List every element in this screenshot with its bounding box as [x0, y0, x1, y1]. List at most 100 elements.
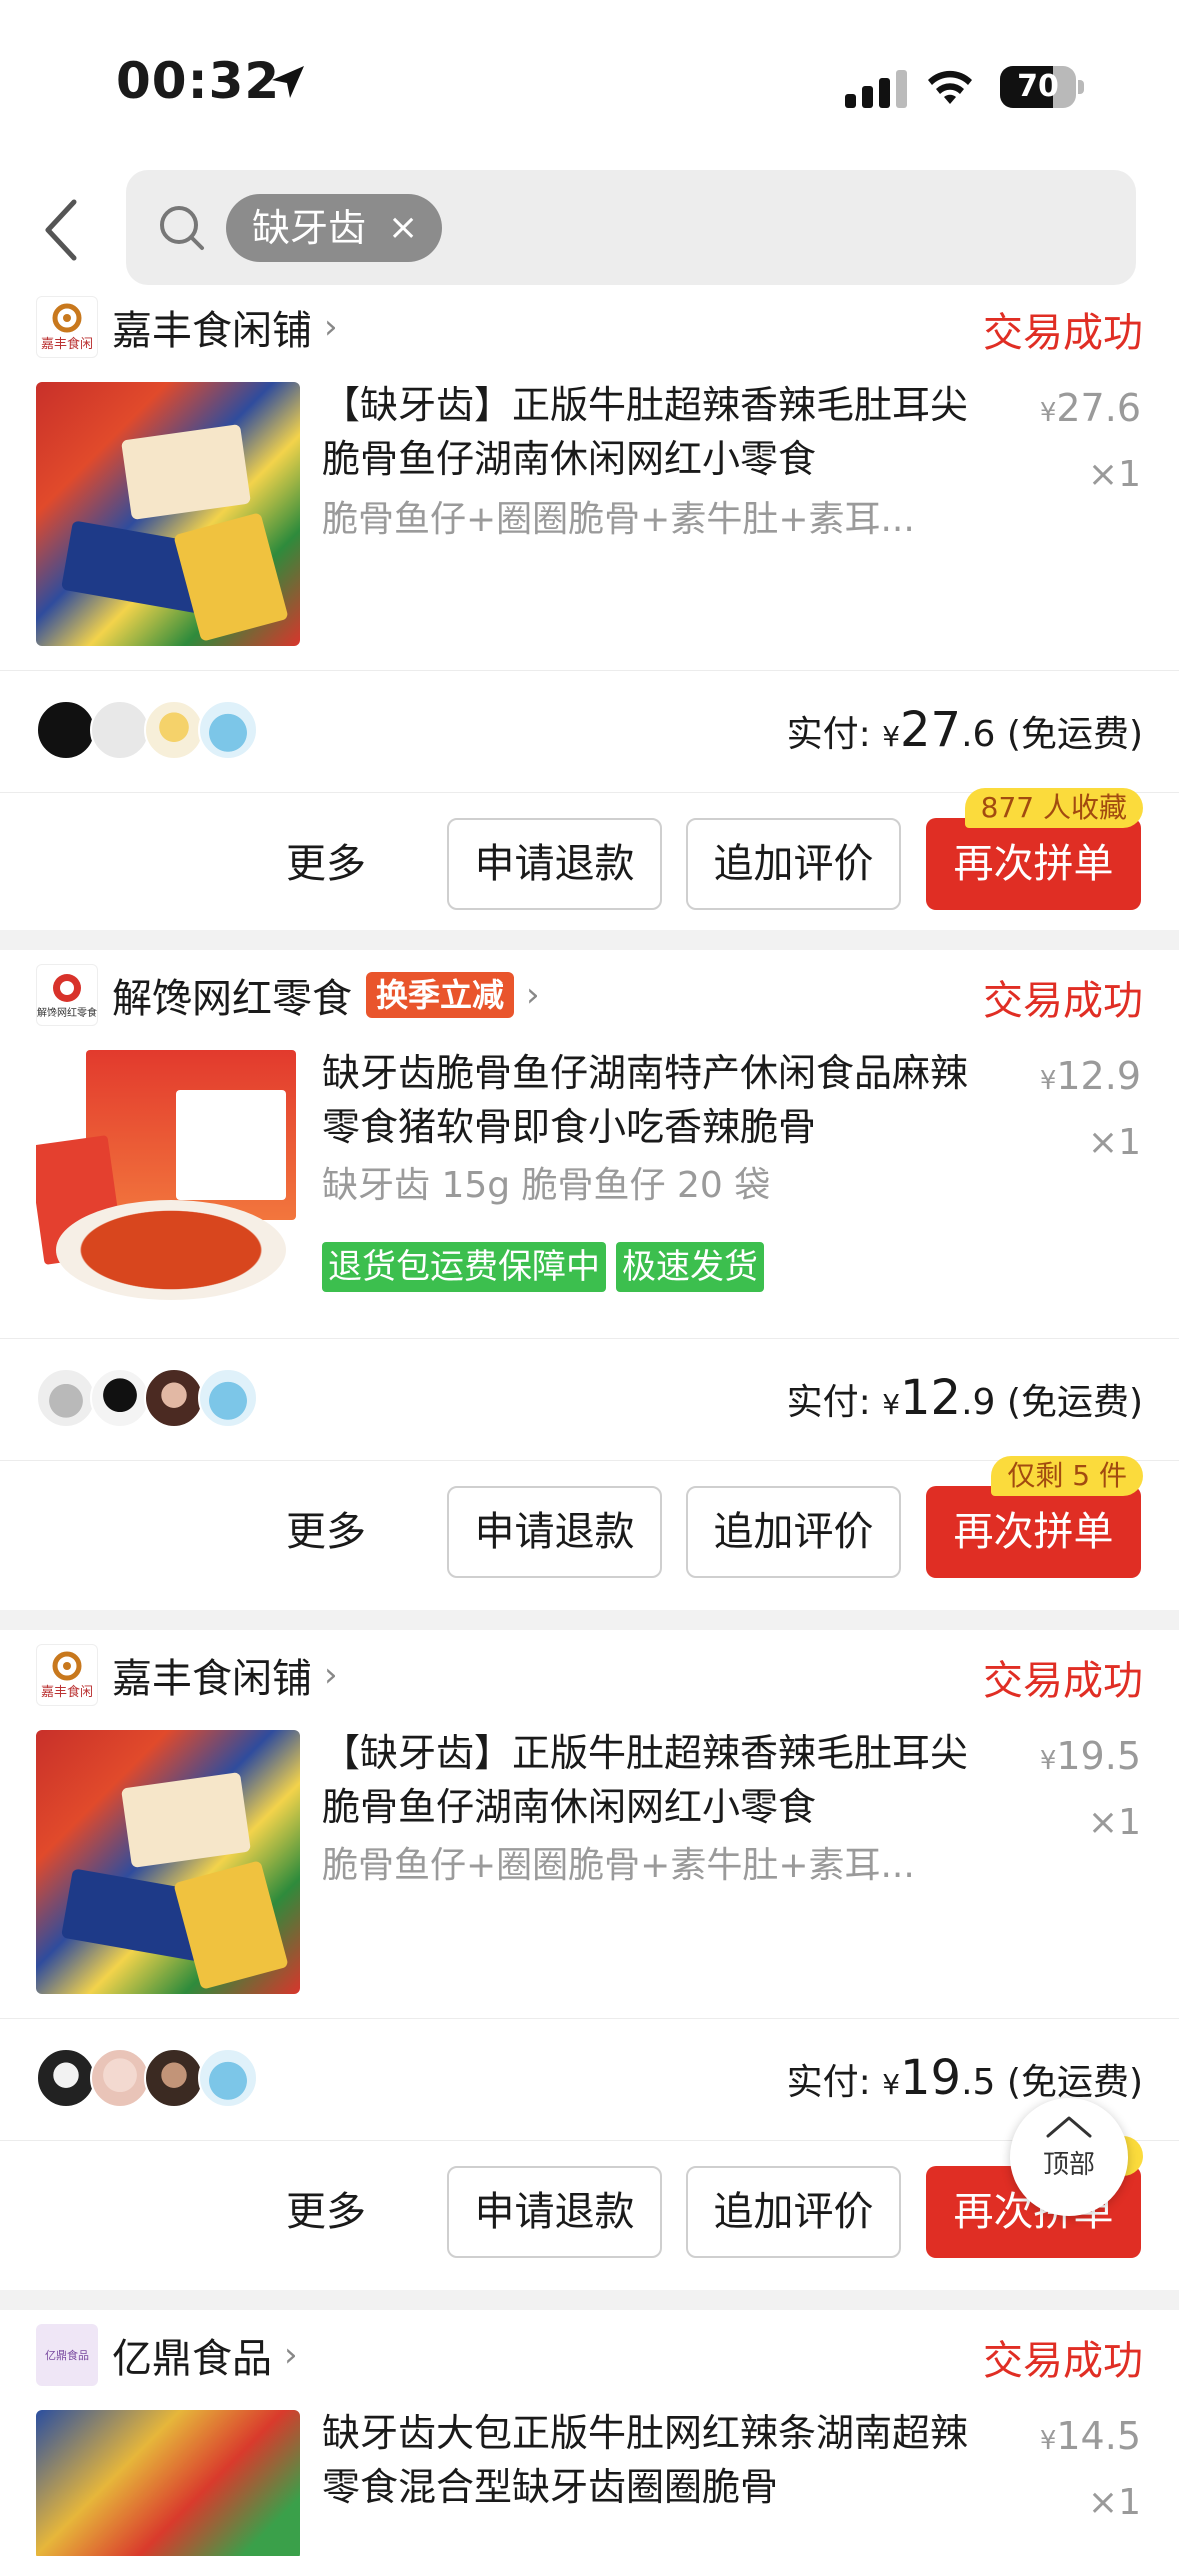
favorites-badge: 877 人收藏 [964, 788, 1143, 828]
avatar [144, 2048, 204, 2108]
shop-header[interactable]: 嘉丰食闲 嘉丰食闲铺 › [36, 1644, 338, 1706]
refund-button[interactable]: 申请退款 [447, 818, 662, 910]
group-avatars [36, 700, 258, 760]
product-sku: 脆骨鱼仔+圈圈脆骨+素牛肚+素耳... [322, 1845, 915, 1886]
add-review-button[interactable]: 追加评价 [686, 1486, 901, 1578]
shop-logo: 嘉丰食闲 [36, 296, 98, 358]
shop-logo: 嘉丰食闲 [36, 1644, 98, 1706]
shop-logo-text: 亿鼎食品 [45, 2349, 89, 2362]
product-price: ¥19.5 [1040, 1734, 1141, 1778]
shipping-fee: (免运费) [1006, 2062, 1143, 2103]
product-quantity: ×1 [1087, 454, 1141, 495]
battery-icon: 70 [1000, 66, 1076, 108]
divider [0, 2140, 1179, 2141]
service-tag-return-shipping: 退货包运费保障中 [322, 1242, 606, 1292]
price-dec: .9 [1104, 1054, 1141, 1098]
price-int: 14 [1056, 2414, 1105, 2458]
back-to-top-label: 顶部 [1042, 2150, 1095, 2180]
price-dec: .5 [1104, 1734, 1141, 1778]
product-title[interactable]: 【缺牙齿】正版牛肚超辣香辣毛肚耳尖脆骨鱼仔湖南休闲网红小零食 [322, 1726, 1002, 1834]
product-title[interactable]: 缺牙齿脆骨鱼仔湖南特产休闲食品麻辣零食猪软骨即食小吃香辣脆骨 [322, 1046, 1002, 1154]
price-symbol: ¥ [1039, 1066, 1057, 1096]
product-quantity: ×1 [1087, 1122, 1141, 1163]
shop-logo-emblem-icon [52, 303, 82, 332]
product-price: ¥27.6 [1040, 386, 1141, 430]
avatar [36, 700, 96, 760]
avatar [90, 2048, 150, 2108]
product-image[interactable] [36, 1050, 300, 1314]
more-button[interactable]: 更多 [286, 818, 366, 910]
product-title[interactable]: 【缺牙齿】正版牛肚超辣香辣毛肚耳尖脆骨鱼仔湖南休闲网红小零食 [322, 378, 1002, 486]
back-arrow-icon[interactable] [34, 190, 94, 270]
product-image[interactable] [36, 382, 300, 646]
shop-header[interactable]: 解馋网红零食 解馋网红零食 换季立减 › [36, 964, 540, 1026]
price-int: 27 [1056, 386, 1105, 430]
reorder-button[interactable]: 再次拼单 [926, 1486, 1141, 1578]
price-dec: .6 [1104, 386, 1141, 430]
shop-logo: 亿鼎食品 [36, 2324, 98, 2386]
paid-label: 实付: [786, 714, 871, 755]
avatar [198, 1368, 258, 1428]
order-actions: 更多 申请退款 追加评价 再次拼单 87 [0, 2136, 1179, 2258]
avatar [144, 700, 204, 760]
shop-logo-emblem-icon [52, 1651, 82, 1680]
product-sku: 脆骨鱼仔+圈圈脆骨+素牛肚+素耳... [322, 499, 915, 540]
paid-int: 19 [900, 2050, 962, 2106]
paid-dec: .9 [961, 1382, 996, 1423]
order-actions: 更多 申请退款 追加评价 再次拼单 仅剩 5 件 [0, 1456, 1179, 1578]
chevron-right-icon: › [324, 307, 338, 347]
shop-header[interactable]: 嘉丰食闲 嘉丰食闲铺 › [36, 296, 338, 358]
price-symbol: ¥ [1039, 398, 1057, 428]
paid-dec: .6 [961, 714, 996, 755]
paid-amount: 实付: ¥19.5 (免运费) [787, 2050, 1143, 2106]
group-avatars [36, 1368, 258, 1428]
shop-logo: 解馋网红零食 [36, 964, 98, 1026]
product-image[interactable] [36, 1730, 300, 1994]
clear-keyword-icon[interactable]: × [388, 194, 418, 262]
more-button[interactable]: 更多 [286, 2166, 366, 2258]
paid-label: 实付: [786, 1382, 871, 1423]
product-title[interactable]: 缺牙齿大包正版牛肚网红辣条湖南超辣零食混合型缺牙齿圈圈脆骨 [322, 2406, 1002, 2514]
refund-button[interactable]: 申请退款 [447, 2166, 662, 2258]
shop-name: 解馋网红零食 [112, 976, 352, 1022]
more-button[interactable]: 更多 [286, 1486, 366, 1578]
shop-name: 嘉丰食闲铺 [112, 1656, 312, 1702]
divider [0, 1338, 1179, 1339]
search-input[interactable]: 缺牙齿 × [126, 170, 1136, 285]
paid-symbol: ¥ [882, 720, 901, 753]
search-keyword: 缺牙齿 [252, 206, 367, 250]
divider [0, 670, 1179, 671]
reorder-button[interactable]: 再次拼单 [926, 818, 1141, 910]
shop-name: 嘉丰食闲铺 [112, 308, 312, 354]
product-sku: 缺牙齿 15g 脆骨鱼仔 20 袋 [322, 1165, 771, 1206]
chevron-up-icon [1046, 2116, 1092, 2138]
order-status: 交易成功 [983, 1658, 1143, 1704]
battery-level: 70 [1017, 69, 1059, 104]
promo-tag: 换季立减 [366, 972, 515, 1018]
cellular-signal-icon [845, 70, 907, 108]
product-image[interactable] [36, 2410, 300, 2556]
paid-symbol: ¥ [882, 1388, 901, 1421]
price-symbol: ¥ [1039, 2426, 1057, 2456]
add-review-button[interactable]: 追加评价 [686, 2166, 901, 2258]
shop-header[interactable]: 亿鼎食品 亿鼎食品 › [36, 2324, 298, 2386]
back-to-top-button[interactable]: 顶部 [1010, 2098, 1128, 2216]
order-card: 嘉丰食闲 嘉丰食闲铺 › 交易成功 【缺牙齿】正版牛肚超辣香辣毛肚耳尖脆骨鱼仔湖… [0, 1630, 1179, 2290]
add-review-button[interactable]: 追加评价 [686, 818, 901, 910]
order-status: 交易成功 [983, 978, 1143, 1024]
chevron-right-icon: › [324, 1655, 338, 1695]
location-arrow-icon [272, 66, 304, 98]
order-card: 亿鼎食品 亿鼎食品 › 交易成功 缺牙齿大包正版牛肚网红辣条湖南超辣零食混合型缺… [0, 2310, 1179, 2556]
refund-button[interactable]: 申请退款 [447, 1486, 662, 1578]
order-card: 嘉丰食闲 嘉丰食闲铺 › 交易成功 【缺牙齿】正版牛肚超辣香辣毛肚耳尖脆骨鱼仔湖… [0, 290, 1179, 930]
shop-logo-text: 嘉丰食闲 [40, 336, 93, 352]
avatar [36, 1368, 96, 1428]
paid-int: 12 [900, 1370, 962, 1426]
product-quantity: ×1 [1087, 2482, 1141, 2523]
order-actions: 更多 申请退款 追加评价 再次拼单 877 人收藏 [0, 788, 1179, 910]
paid-symbol: ¥ [882, 2068, 901, 2101]
chevron-right-icon: › [526, 975, 540, 1015]
search-keyword-chip[interactable]: 缺牙齿 × [226, 194, 443, 262]
product-price: ¥14.5 [1040, 2414, 1141, 2458]
avatar [198, 2048, 258, 2108]
